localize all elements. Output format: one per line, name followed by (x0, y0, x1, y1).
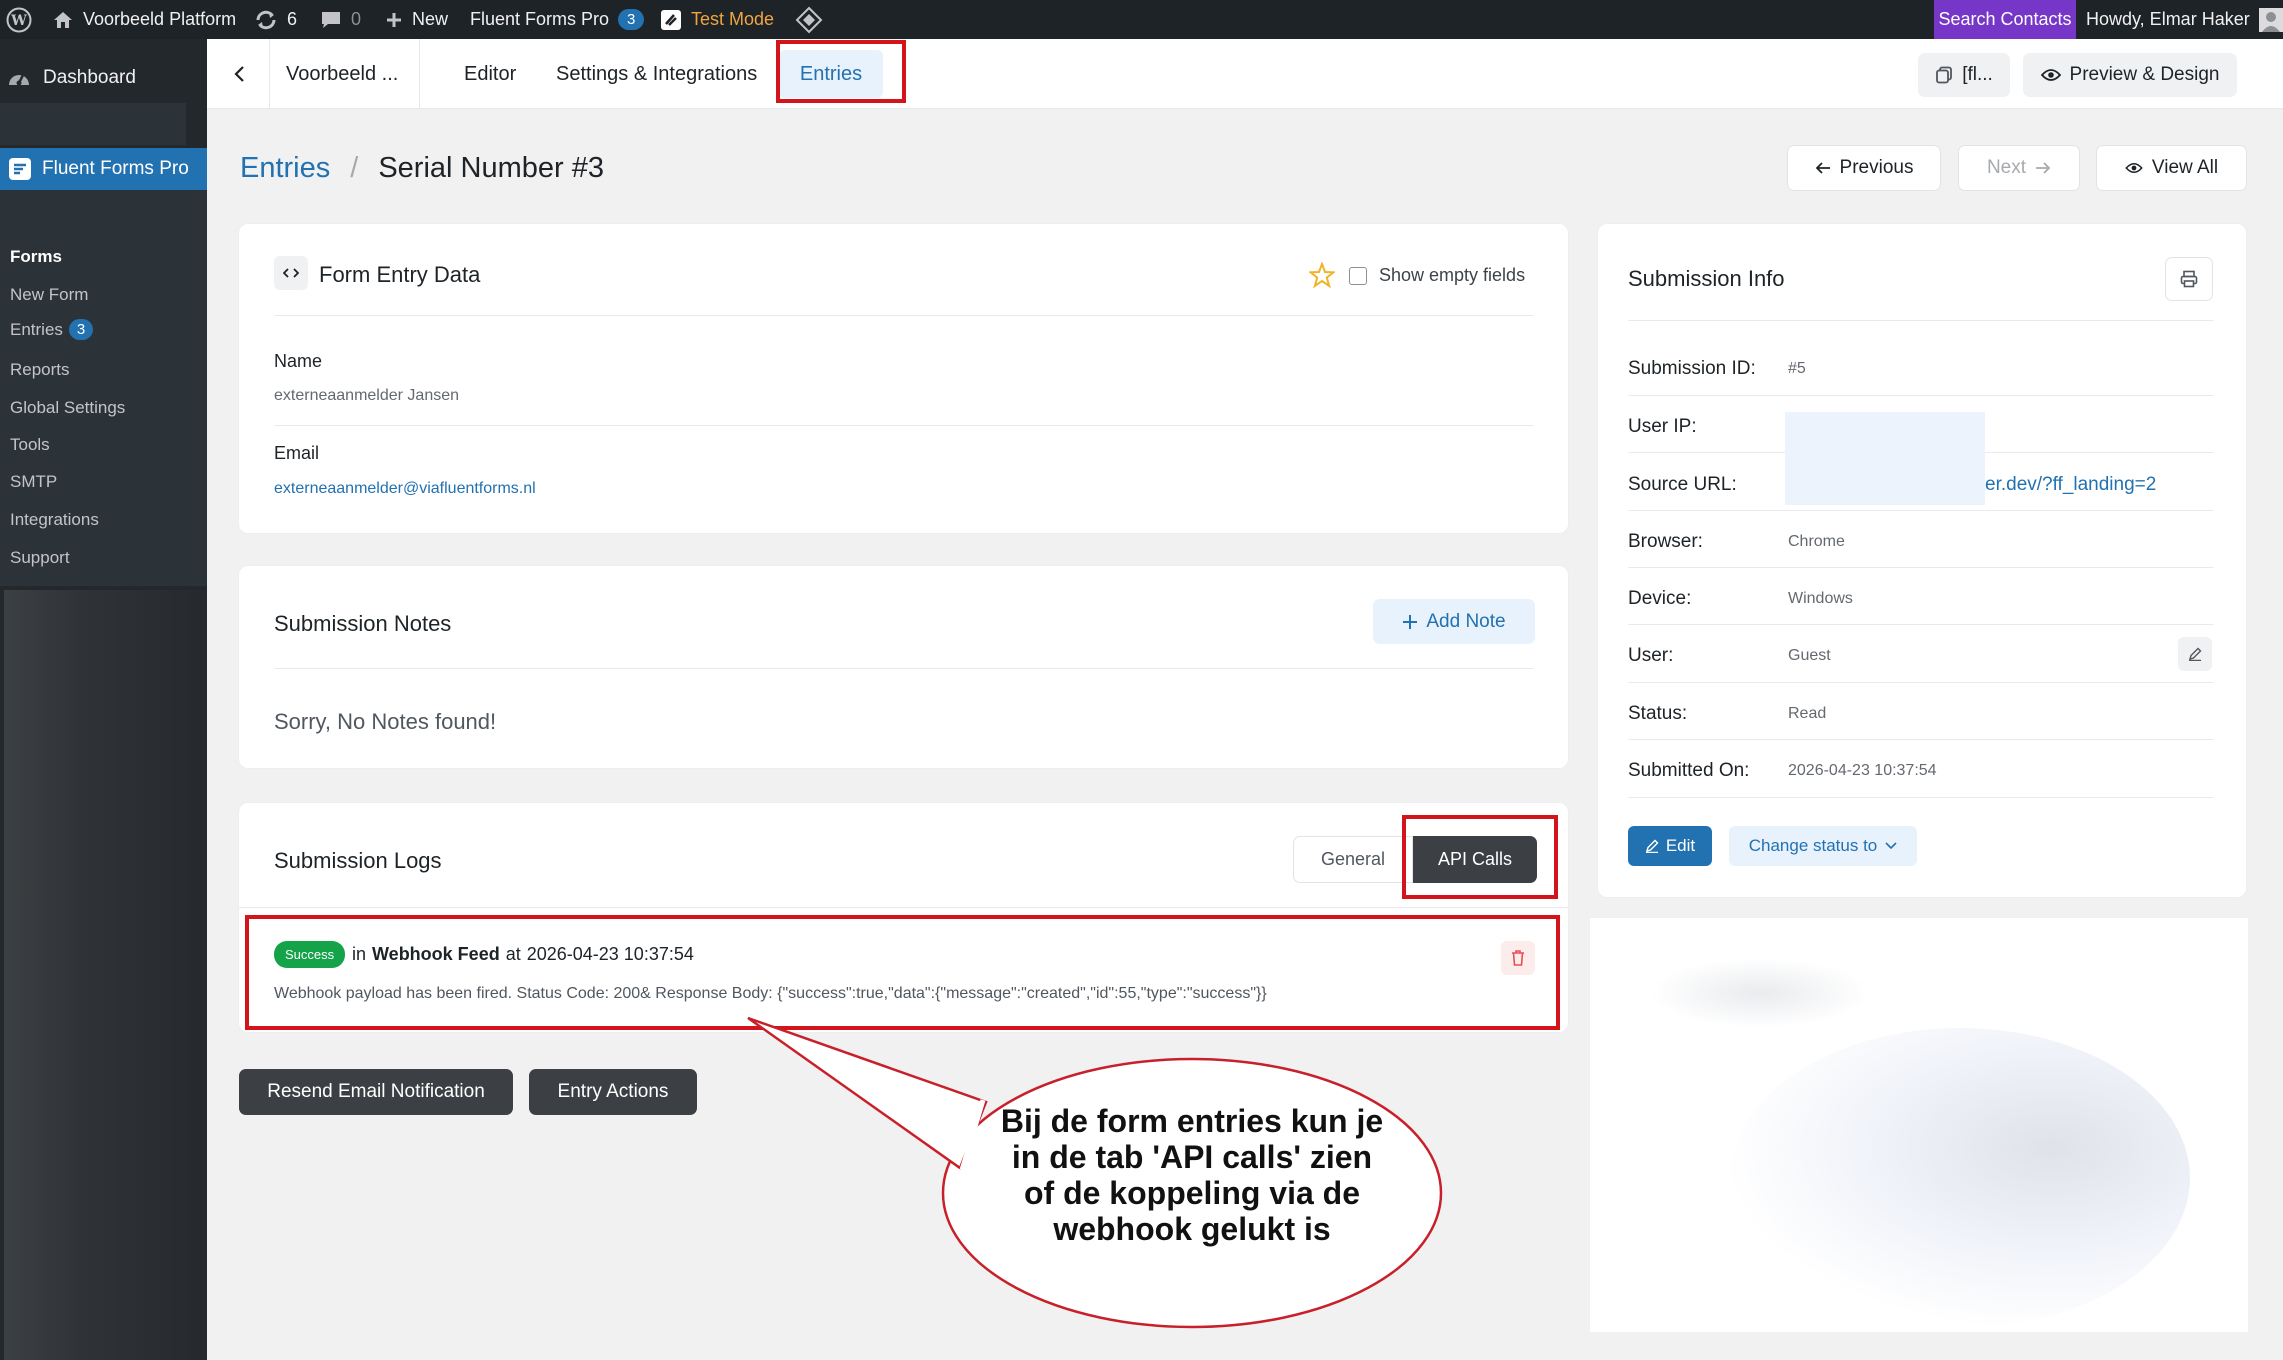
callout-line: in de tab 'API calls' zien (1011, 1139, 1373, 1175)
callout-line: of de koppeling via de (1023, 1175, 1361, 1211)
callout-text: Bij de form entries kun je in de tab 'AP… (952, 1103, 1432, 1247)
callout-line: webhook gelukt is (1053, 1211, 1331, 1247)
callout-line: Bij de form entries kun je (1000, 1103, 1384, 1139)
